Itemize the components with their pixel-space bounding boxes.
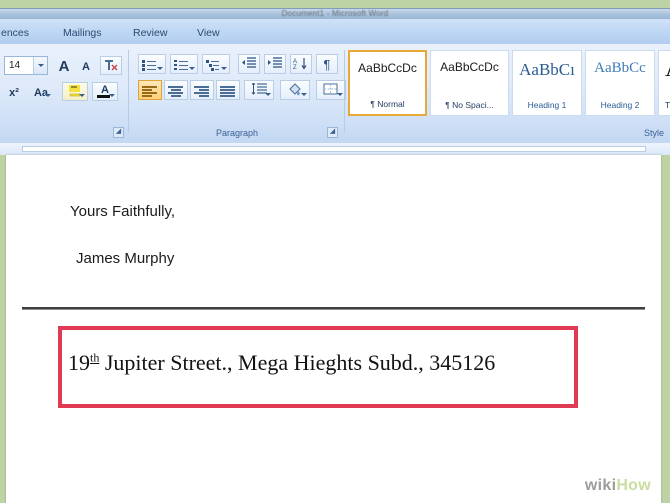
font-size-combo[interactable]: 14 bbox=[4, 56, 48, 75]
numbering-icon bbox=[174, 59, 188, 71]
superscript-icon: x² bbox=[9, 87, 19, 99]
increase-indent-icon bbox=[268, 57, 282, 68]
tab-view[interactable]: View bbox=[190, 23, 227, 44]
multilevel-list-button[interactable] bbox=[202, 54, 230, 74]
decrease-indent-icon bbox=[242, 57, 256, 68]
style-name-heading-1: Heading 1 bbox=[527, 100, 567, 110]
shading-dropdown-arrow-icon[interactable] bbox=[301, 93, 307, 96]
align-left-icon bbox=[142, 85, 157, 97]
style-name-normal: ¶ Normal bbox=[370, 99, 405, 109]
increase-indent-button[interactable] bbox=[264, 54, 286, 74]
style-sample-no-spacing: AaBbCcDc bbox=[440, 60, 499, 74]
window-title: Document1 - Microsoft Word bbox=[281, 9, 389, 18]
borders-dropdown-arrow-icon[interactable] bbox=[337, 93, 343, 96]
show-formatting-marks-button[interactable]: ¶ bbox=[316, 54, 338, 74]
style-sample-heading-1: AaBbCı bbox=[519, 60, 575, 79]
address-rest: Jupiter Street., Mega Hieghts Subd., 345… bbox=[99, 350, 496, 375]
address-ordinal-suffix: th bbox=[90, 350, 100, 365]
align-center-icon bbox=[168, 85, 183, 97]
paragraph-group-label: Paragraph bbox=[215, 128, 259, 138]
style-name-no-spacing: ¶ No Spaci... bbox=[445, 100, 494, 110]
align-right-button[interactable] bbox=[190, 80, 214, 100]
document-page[interactable]: Yours Faithfully, James Murphy 19th Jupi… bbox=[6, 155, 661, 503]
font-size-value: 14 bbox=[9, 60, 21, 71]
style-item-no-spacing[interactable]: AaBbCcDc ¶ No Spaci... bbox=[430, 50, 509, 116]
group-separator-1 bbox=[128, 50, 129, 132]
ribbon-tab-strip: ences Mailings Review View bbox=[0, 19, 670, 45]
font-color-button[interactable]: A bbox=[92, 82, 118, 101]
pilcrow-icon: ¶ bbox=[323, 57, 331, 72]
sort-button[interactable]: A Z bbox=[290, 54, 312, 74]
paragraph-address: 19th Jupiter Street., Mega Hieghts Subd.… bbox=[68, 350, 495, 376]
horizontal-rule bbox=[22, 307, 645, 310]
style-name-heading-2: Heading 2 bbox=[600, 100, 640, 110]
group-separator-2 bbox=[344, 50, 345, 132]
style-item-title[interactable]: A T bbox=[658, 50, 670, 116]
highlight-dropdown-arrow-icon[interactable] bbox=[79, 94, 85, 97]
multilevel-dropdown-arrow-icon[interactable] bbox=[221, 67, 227, 70]
borders-button[interactable] bbox=[316, 80, 346, 100]
svg-text:Z: Z bbox=[293, 65, 297, 70]
change-case-icon: Aa bbox=[33, 87, 49, 99]
multilevel-list-icon bbox=[206, 59, 220, 71]
text-highlight-button[interactable] bbox=[62, 82, 88, 101]
line-spacing-dropdown-arrow-icon[interactable] bbox=[265, 93, 271, 96]
font-size-dropdown-arrow-icon[interactable] bbox=[33, 57, 47, 74]
paragraph-dialog-launcher[interactable]: ◢ bbox=[327, 127, 338, 138]
tab-review[interactable]: Review bbox=[126, 23, 174, 44]
align-right-icon bbox=[194, 85, 209, 97]
sort-icon: A Z bbox=[293, 58, 307, 71]
style-item-normal[interactable]: AaBbCcDc ¶ Normal bbox=[348, 50, 427, 116]
shrink-font-button[interactable]: A bbox=[76, 56, 96, 75]
tab-mailings[interactable]: Mailings bbox=[56, 23, 109, 44]
paragraph-signature: James Murphy bbox=[76, 250, 175, 267]
line-spacing-button[interactable] bbox=[244, 80, 274, 100]
styles-group: AaBbCcDc ¶ Normal AaBbCcDc ¶ No Spaci...… bbox=[348, 46, 670, 141]
styles-group-label: Style bbox=[643, 128, 664, 138]
style-sample-heading-2: AaBbCc bbox=[594, 60, 646, 76]
clear-formatting-icon bbox=[105, 60, 118, 71]
clear-formatting-button[interactable] bbox=[100, 56, 122, 75]
align-center-button[interactable] bbox=[164, 80, 188, 100]
bullets-icon bbox=[142, 59, 156, 71]
bullets-dropdown-arrow-icon[interactable] bbox=[157, 67, 163, 70]
style-item-heading-1[interactable]: AaBbCı Heading 1 bbox=[512, 50, 582, 116]
address-number: 19 bbox=[68, 350, 90, 375]
watermark-how: How bbox=[616, 477, 651, 494]
ribbon: 14 A A x² Aa A ◢ A Z ¶ Paragraph ◢ AaBbC… bbox=[0, 44, 670, 144]
change-case-button[interactable]: Aa bbox=[28, 82, 54, 101]
change-case-dropdown-arrow-icon[interactable] bbox=[45, 94, 51, 97]
font-group: 14 A A x² Aa A ◢ bbox=[0, 46, 128, 141]
superscript-button[interactable]: x² bbox=[4, 82, 24, 101]
paragraph-group: A Z ¶ Paragraph ◢ bbox=[132, 46, 346, 141]
style-sample-normal: AaBbCcDc bbox=[358, 61, 417, 75]
decrease-indent-button[interactable] bbox=[238, 54, 260, 74]
grow-font-button[interactable]: A bbox=[54, 56, 74, 75]
watermark-wiki: wiki bbox=[584, 477, 617, 494]
shrink-font-icon: A bbox=[82, 61, 90, 73]
justify-icon bbox=[220, 85, 235, 97]
shading-button[interactable] bbox=[280, 80, 310, 100]
grow-font-icon: A bbox=[58, 58, 70, 75]
style-sample-title: A bbox=[659, 53, 670, 83]
font-color-dropdown-arrow-icon[interactable] bbox=[109, 94, 115, 97]
numbering-button[interactable] bbox=[170, 54, 198, 74]
wikihow-watermark: wikiHow bbox=[585, 477, 651, 495]
align-left-button[interactable] bbox=[138, 80, 162, 100]
bullets-button[interactable] bbox=[138, 54, 166, 74]
document-area: Yours Faithfully, James Murphy 19th Jupi… bbox=[0, 155, 670, 503]
font-dialog-launcher[interactable]: ◢ bbox=[113, 127, 124, 138]
style-name-title: T bbox=[665, 100, 670, 110]
word-window: Document1 - Microsoft Word ences Mailing… bbox=[0, 0, 670, 503]
ruler-track[interactable] bbox=[22, 146, 646, 152]
style-item-heading-2[interactable]: AaBbCc Heading 2 bbox=[585, 50, 655, 116]
numbering-dropdown-arrow-icon[interactable] bbox=[189, 67, 195, 70]
tab-references[interactable]: ences bbox=[0, 23, 36, 44]
paragraph-closing: Yours Faithfully, bbox=[70, 203, 176, 220]
justify-button[interactable] bbox=[216, 80, 240, 100]
